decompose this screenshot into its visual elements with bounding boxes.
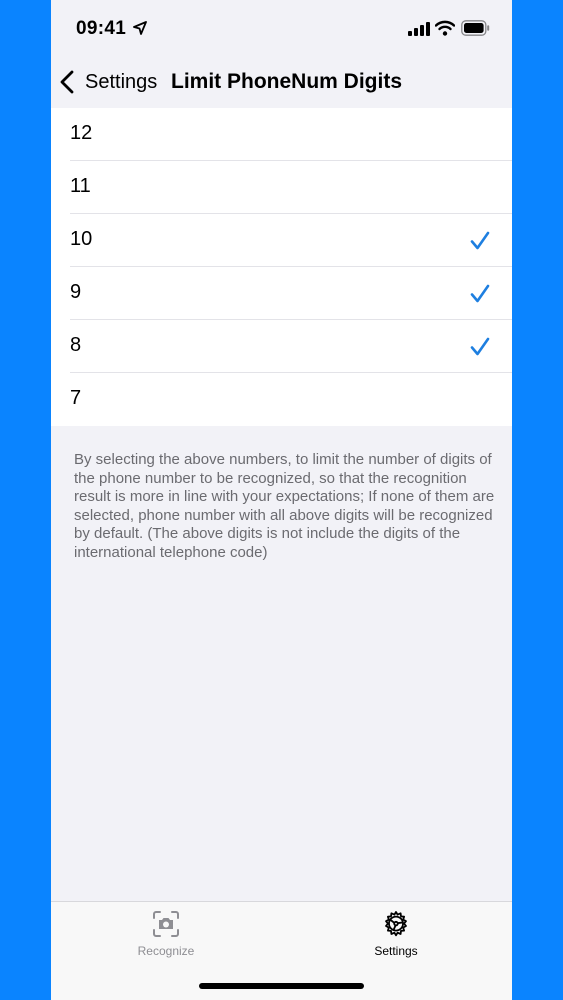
status-bar: 09:41: [51, 0, 512, 56]
back-button-label: Settings: [85, 70, 158, 93]
checkmark-icon: [470, 231, 490, 250]
digit-option-12[interactable]: 12: [51, 108, 512, 161]
location-arrow-icon: [133, 21, 147, 35]
phone-screen: 09:41 Settings Limit PhoneNum Digits 12 …: [51, 0, 512, 1000]
digit-option-10[interactable]: 10: [51, 214, 512, 267]
digit-option-label: 7: [70, 387, 82, 409]
page-title: Limit PhoneNum Digits: [171, 70, 402, 93]
chevron-left-icon: [60, 70, 74, 94]
tab-settings[interactable]: Settings: [336, 902, 456, 967]
checkmark-icon: [470, 337, 490, 356]
tab-recognize[interactable]: Recognize: [106, 902, 226, 967]
tab-label: Recognize: [137, 944, 195, 958]
back-button[interactable]: Settings: [59, 66, 157, 98]
home-indicator: [199, 983, 364, 989]
digit-option-9[interactable]: 9: [51, 267, 512, 320]
digit-option-11[interactable]: 11: [51, 161, 512, 214]
checkmark-icon: [470, 284, 490, 303]
digit-option-label: 8: [70, 334, 82, 356]
footer-description: By selecting the above numbers, to limit…: [74, 451, 495, 561]
digit-option-8[interactable]: 8: [51, 320, 512, 373]
digit-options-list: 12 11 10 9 8 7: [51, 108, 512, 426]
camera-scan-icon: [153, 911, 179, 937]
gear-icon: [385, 911, 407, 937]
navigation-bar: Settings Limit PhoneNum Digits: [51, 56, 512, 108]
wifi-icon: [435, 20, 455, 36]
digit-option-label: 9: [70, 281, 82, 303]
cellular-signal-icon: [408, 22, 430, 36]
digit-option-label: 10: [70, 228, 93, 250]
digit-option-label: 12: [70, 122, 93, 144]
tab-label: Settings: [374, 944, 418, 958]
status-time: 09:41: [76, 18, 127, 39]
digit-option-7[interactable]: 7: [51, 373, 512, 426]
battery-icon: [461, 20, 490, 36]
digit-option-label: 11: [70, 175, 91, 197]
